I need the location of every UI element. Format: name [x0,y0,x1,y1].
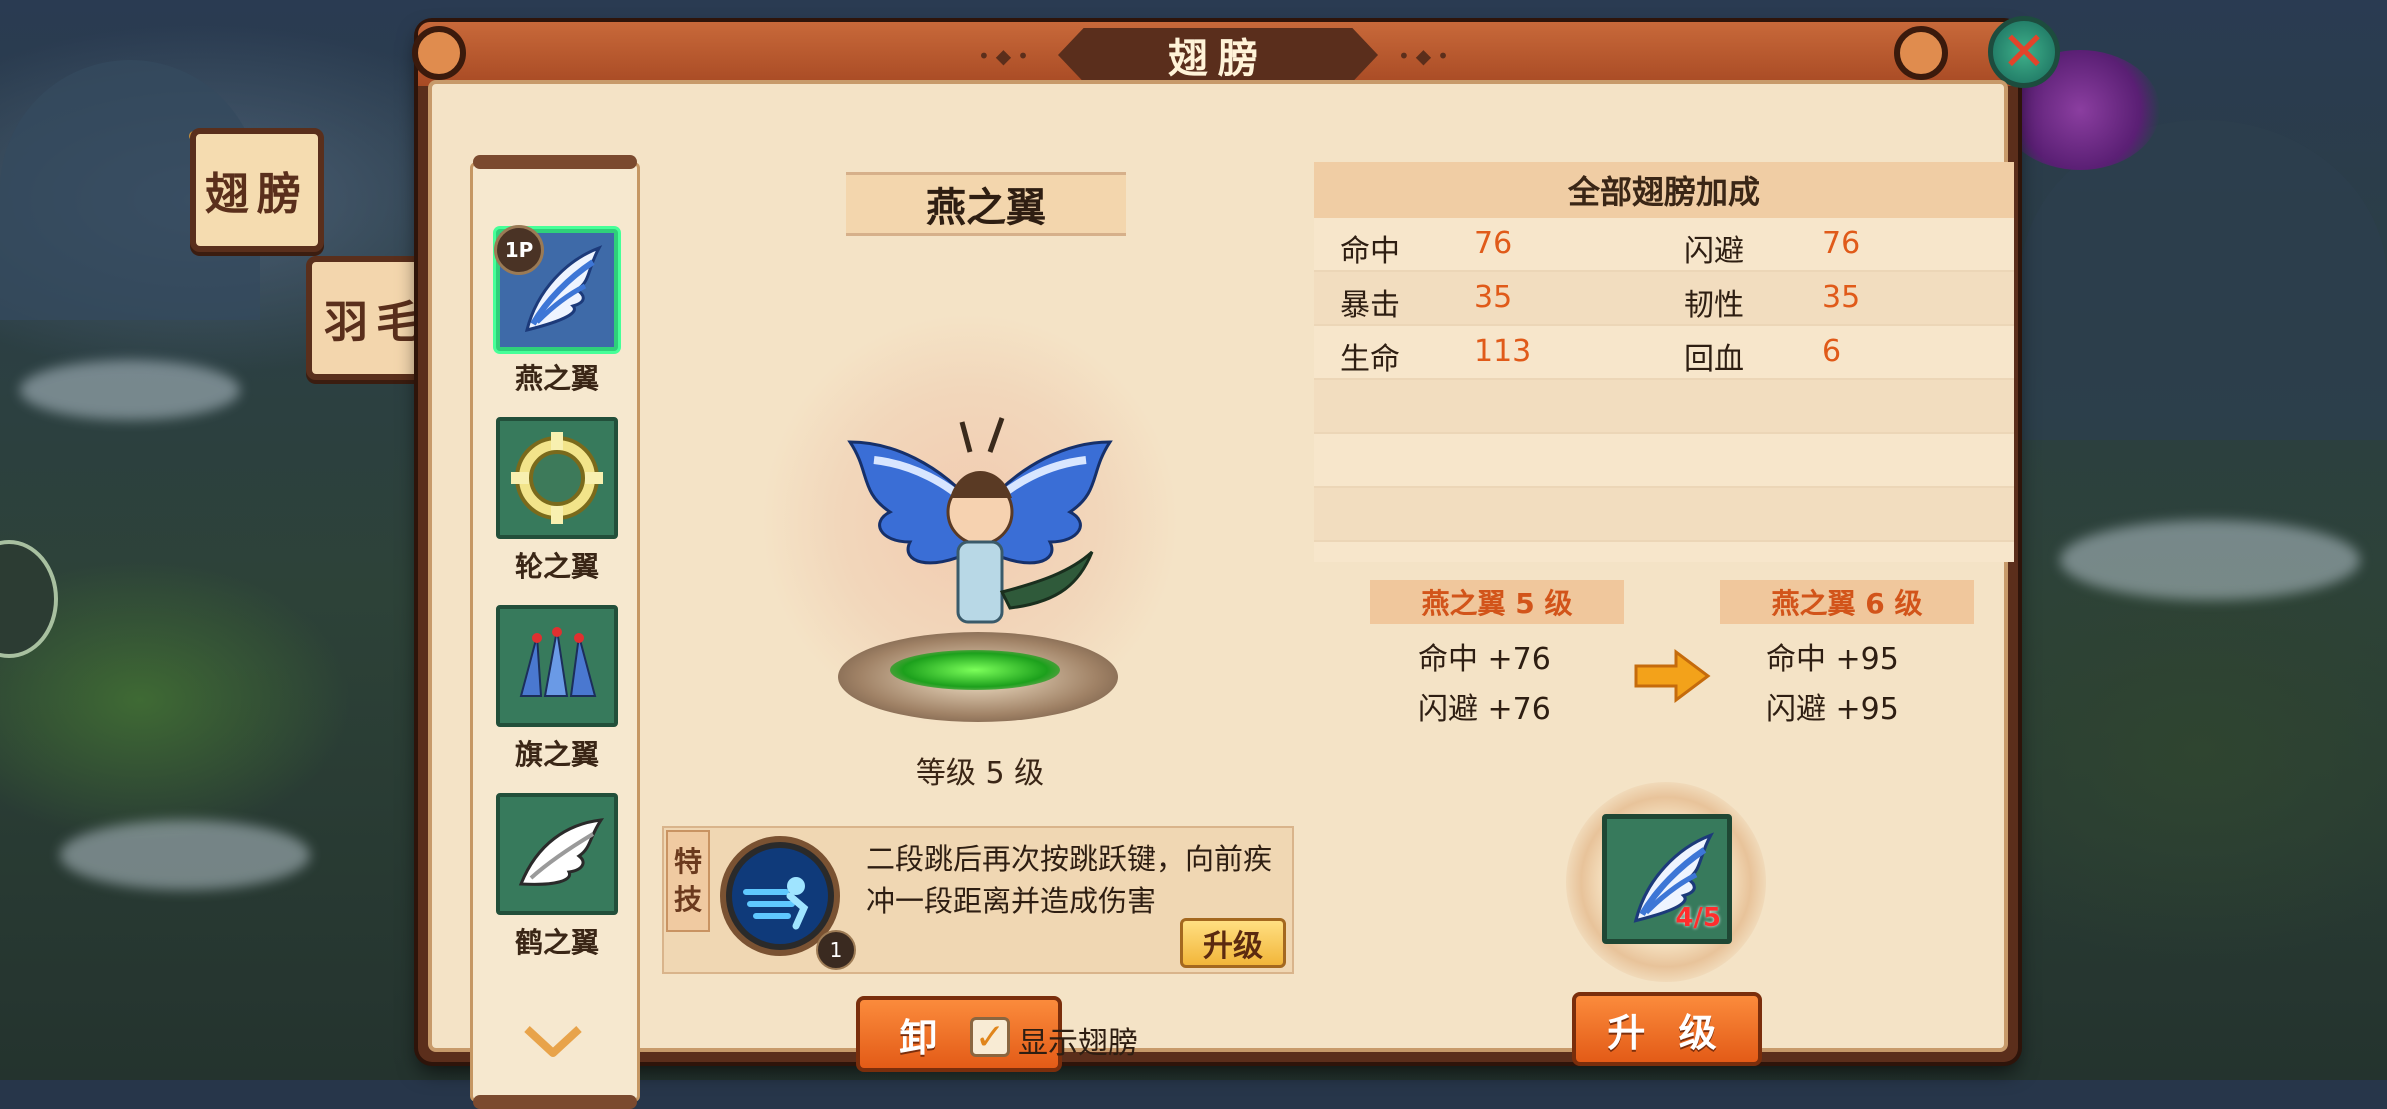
wing-item-swallow[interactable]: 燕之翼 1P [492,225,622,397]
player-badge: 1P [494,225,544,275]
next-stat: 命中 +95 [1766,642,1899,677]
wing-title-plaque: 燕之翼 [846,172,1126,236]
upgrade-label: 升 级 [1607,1010,1727,1055]
show-wings-label[interactable]: 显示翅膀 [1018,1018,1138,1062]
tab-wings[interactable]: 翅膀 [190,128,324,252]
stat-row-empty [1314,380,2014,434]
stat-value: 35 [1822,280,1861,315]
tab-wings-label: 翅膀 [205,169,309,220]
stat-label: 回血 [1684,342,1744,377]
stat-value: 76 [1474,226,1513,261]
background-cloud [60,820,310,890]
wheel-wing-icon [511,432,603,524]
flag-wing-icon [519,627,597,697]
upgrade-material-slot[interactable]: 4/5 [1602,814,1732,944]
selected-wing-name: 燕之翼 [926,185,1046,231]
crane-wing-icon [518,818,605,886]
stat-label: 命中 [1340,234,1400,269]
stat-row: 命中 76 闪避 76 [1314,218,2014,272]
skill-level-badge: 1 [816,930,856,970]
wing-slot[interactable] [496,605,618,727]
wing-name: 燕之翼 [514,362,599,395]
wings-window: •◆• •◆• 翅膀 ✕ 燕之翼 1P 轮之翼 旗之翼 鹤之翼 燕之翼 等级 5… [412,16,2060,1109]
skill-description: 二段跳后再次按跳跃键，向前疾冲一段距离并造成伤害 [866,842,1273,918]
stat-row: 生命 113 回血 6 [1314,326,2014,380]
stats-area: 全部翅膀加成 命中 76 闪避 76 暴击 35 韧性 35 生命 113 回血 [1314,162,2014,1102]
current-stat: 命中 +76 [1418,642,1551,677]
close-button[interactable]: ✕ [1988,16,2060,88]
next-stat: 闪避 +95 [1766,692,1899,727]
total-bonus-title: 全部翅膀加成 [1314,162,2014,218]
current-level-banner: 燕之翼 5 级 [1370,580,1624,624]
stat-label: 暴击 [1340,288,1400,323]
window-body: 燕之翼 1P 轮之翼 旗之翼 鹤之翼 燕之翼 等级 5 级 特 技 1 二段跳后… [428,80,2014,1109]
list-rail-bottom [473,1095,637,1109]
checkmark-icon: ✓ [974,1016,1006,1058]
dash-icon [732,848,828,944]
character-preview [847,417,1113,624]
wing-item-wheel[interactable]: 轮之翼 [492,417,622,585]
stat-row: 暴击 35 韧性 35 [1314,272,2014,326]
next-level-banner: 燕之翼 6 级 [1720,580,1974,624]
close-x-icon: ✕ [2001,20,2047,83]
corner-ornament [1894,26,1948,80]
total-bonus-panel: 全部翅膀加成 命中 76 闪避 76 暴击 35 韧性 35 生命 113 回血 [1314,162,2014,562]
window-title-plaque: 翅膀 [1058,28,1378,82]
stat-value: 113 [1474,334,1532,369]
upgrade-button[interactable]: 升 级 [1572,992,1762,1066]
background-cloud [20,360,240,420]
skill-tag-char: 特 [673,845,702,878]
wing-slot[interactable] [496,793,618,915]
stat-row-empty [1314,488,2014,542]
stat-value: 6 [1822,334,1842,369]
list-rail-top [473,155,637,169]
skill-tag-char: 技 [673,883,702,916]
corner-ornament [412,26,466,80]
skill-upgrade-button[interactable]: 升级 [1180,918,1286,968]
title-ornament: •◆• [978,44,1035,68]
wing-name: 轮之翼 [514,550,599,583]
stat-row-empty [1314,434,2014,488]
stat-value: 35 [1474,280,1513,315]
chevron-down-icon[interactable] [523,1023,583,1059]
wing-list[interactable]: 燕之翼 1P 轮之翼 旗之翼 鹤之翼 [470,155,640,1109]
skill-tag: 特 技 [666,830,710,932]
skill-panel: 特 技 1 二段跳后再次按跳跃键，向前疾冲一段距离并造成伤害 升级 [662,826,1294,974]
wing-item-flag[interactable]: 旗之翼 [492,605,622,773]
window-title: 翅膀 [1168,35,1268,82]
wing-name: 鹤之翼 [514,926,599,959]
current-stat: 闪避 +76 [1418,692,1551,727]
stat-label: 生命 [1340,342,1400,377]
stat-label: 韧性 [1684,288,1744,323]
show-wings-checkbox[interactable]: ✓ [970,1016,1010,1058]
arrow-right-icon [1634,649,1711,703]
wing-item-crane[interactable]: 鹤之翼 [492,793,622,961]
tab-feathers-label: 羽毛 [324,297,428,348]
wing-name: 旗之翼 [514,738,599,771]
stat-label: 闪避 [1684,234,1744,269]
title-ornament: •◆• [1398,44,1455,68]
wing-level-text: 等级 5 级 [915,756,1045,791]
wing-slot[interactable] [496,417,618,539]
background-cloud [2060,520,2360,600]
wing-detail: 燕之翼 等级 5 级 特 技 1 二段跳后再次按跳跃键，向前疾冲一段距离并造成伤… [650,162,1310,1102]
stat-value: 76 [1822,226,1861,261]
material-count: 4/5 [1675,903,1721,933]
